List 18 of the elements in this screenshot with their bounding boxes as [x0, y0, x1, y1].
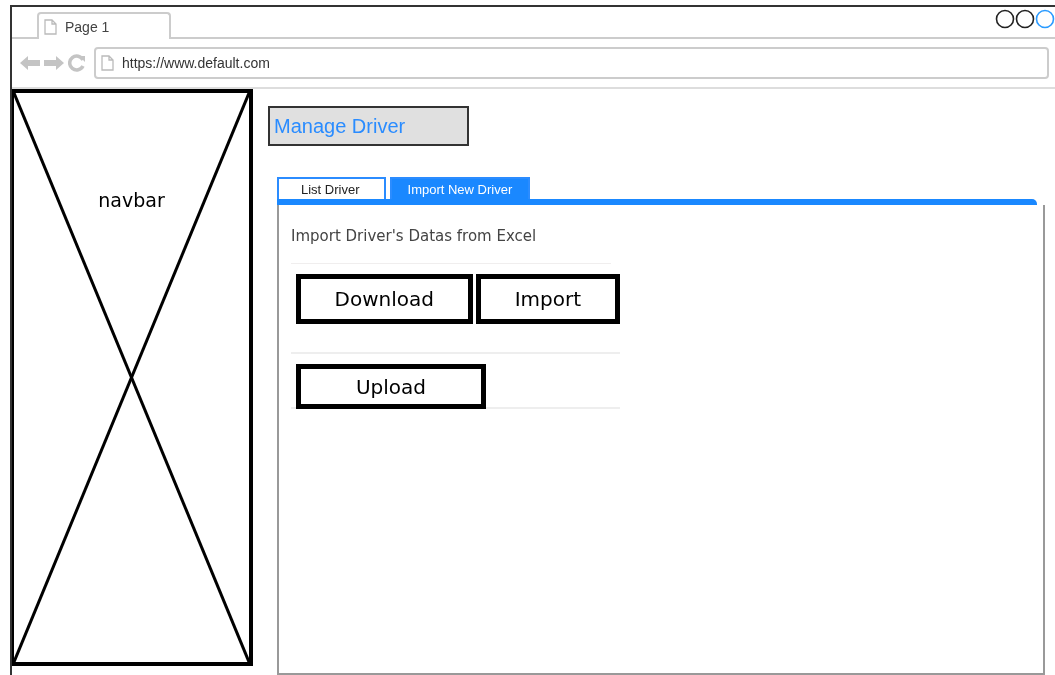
- tab-title: Page 1: [65, 18, 110, 35]
- url-text: https://www.default.com: [122, 55, 270, 71]
- forward-arrow-icon[interactable]: [44, 55, 64, 71]
- tab[interactable]: List Driver: [277, 177, 386, 199]
- window-control-icon[interactable]: [995, 9, 1015, 29]
- address-field[interactable]: https://www.default.com: [94, 47, 1049, 79]
- window-control-icon[interactable]: [1015, 9, 1035, 29]
- reload-icon[interactable]: [68, 54, 86, 72]
- action-button[interactable]: Upload: [296, 364, 486, 409]
- navbar-label: navbar: [98, 189, 165, 211]
- browser-tab[interactable]: Page 1: [37, 12, 171, 39]
- action-button[interactable]: Download: [296, 274, 473, 324]
- panel-heading: Import Driver's Datas from Excel: [291, 227, 611, 264]
- page-icon: [44, 18, 57, 35]
- page-title: Manage Driver: [268, 106, 469, 146]
- back-arrow-icon[interactable]: [20, 55, 40, 71]
- page-icon: [101, 55, 114, 71]
- action-button[interactable]: Import: [475, 274, 620, 324]
